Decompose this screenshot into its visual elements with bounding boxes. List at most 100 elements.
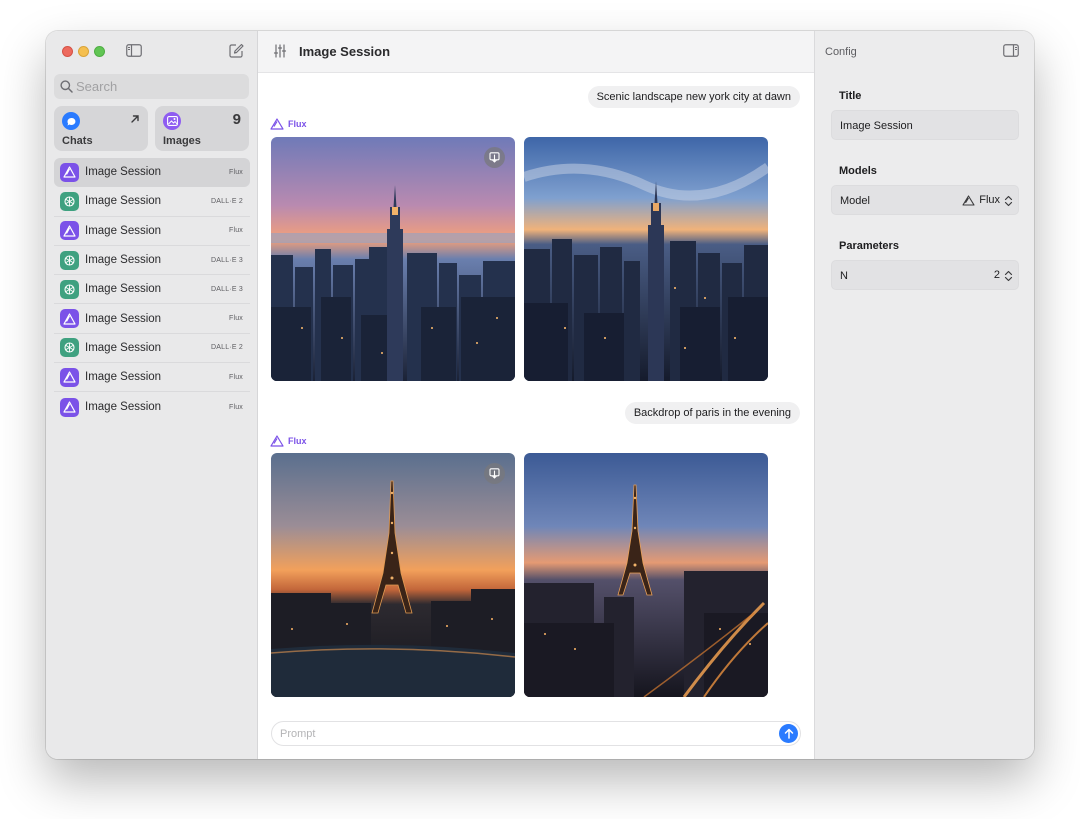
model-label: Model <box>840 195 870 207</box>
session-model: Flux <box>228 315 243 323</box>
search-field[interactable] <box>54 74 249 99</box>
models-section-label: Models <box>839 165 877 177</box>
session-model: Flux <box>228 403 243 411</box>
flux-icon <box>60 221 79 241</box>
user-prompt-bubble: Scenic landscape new york city at dawn <box>587 86 800 108</box>
n-value: 2 <box>993 269 1000 281</box>
session-item[interactable]: Image Session Flux <box>54 392 250 421</box>
session-item[interactable]: Image Session DALL·E 2 <box>54 334 250 364</box>
n-label: N <box>840 270 848 282</box>
session-title: Image Session <box>85 401 162 414</box>
generated-image[interactable] <box>524 453 768 697</box>
paris-evening-image <box>524 453 768 697</box>
main-header: Image Session <box>258 31 814 73</box>
nyc-dawn-image <box>271 137 515 381</box>
chats-card[interactable]: Chats <box>54 106 148 151</box>
chevron-updown-icon <box>1004 195 1013 207</box>
title-value: Image Session <box>840 120 913 132</box>
title-section-label: Title <box>839 90 862 102</box>
session-model: Flux <box>228 373 243 381</box>
images-card[interactable]: 9 Images <box>155 106 249 151</box>
n-stepper[interactable]: N 2 <box>831 260 1019 290</box>
model-value: Flux <box>962 194 1000 206</box>
title-field[interactable]: Image Session <box>831 110 1019 140</box>
model-tag-label: Flux <box>288 436 307 446</box>
session-list: Image Session Flux Image Session DALL·E … <box>54 158 250 422</box>
flux-icon <box>60 162 79 182</box>
session-item[interactable]: Image Session DALL·E 3 <box>54 275 250 305</box>
parameters-section-label: Parameters <box>839 240 899 252</box>
session-title: Image Session <box>85 224 162 237</box>
model-tag-label: Flux <box>288 119 307 129</box>
generated-image[interactable] <box>271 137 515 381</box>
flux-icon <box>962 194 975 206</box>
chevron-updown-icon[interactable] <box>1004 270 1013 282</box>
images-count: 9 <box>232 111 241 128</box>
flux-icon <box>60 309 79 329</box>
search-icon <box>60 80 73 93</box>
inspector-toggle-icon[interactable] <box>1003 44 1019 57</box>
download-icon <box>489 468 500 479</box>
config-header: Config <box>825 46 857 58</box>
send-button[interactable] <box>779 724 798 743</box>
session-title: Image Session <box>85 371 162 384</box>
flux-icon <box>60 397 79 417</box>
nyc-dawn-image <box>524 137 768 381</box>
app-window: Chats 9 Images Image Session Flux Image <box>46 31 1034 759</box>
download-button[interactable] <box>484 463 505 484</box>
openai-icon <box>60 191 79 211</box>
chats-card-label: Chats <box>62 135 93 147</box>
generated-image[interactable] <box>271 453 515 697</box>
flux-icon <box>60 367 79 387</box>
arrow-up-icon <box>784 728 793 739</box>
session-title: Image Session <box>85 283 162 296</box>
session-title: Image Session <box>85 195 162 208</box>
download-button[interactable] <box>484 147 505 168</box>
session-title: Image Session <box>85 254 162 267</box>
model-tag: Flux <box>270 435 307 447</box>
user-prompt-bubble: Backdrop of paris in the evening <box>624 402 800 424</box>
session-model: DALL·E 3 <box>211 256 243 264</box>
search-input[interactable] <box>76 76 244 97</box>
session-item[interactable]: Image Session Flux <box>54 304 250 334</box>
session-title: Image Session <box>85 166 162 179</box>
chat-area: Image Session Scenic landscape new york … <box>258 31 814 759</box>
images-card-label: Images <box>163 135 201 147</box>
flux-icon <box>270 435 284 447</box>
sliders-icon[interactable] <box>273 44 287 58</box>
prompt-input[interactable] <box>280 725 770 743</box>
model-select[interactable]: Model Flux <box>831 185 1019 215</box>
session-item[interactable]: Image Session DALL·E 2 <box>54 187 250 217</box>
sidebar-toggle-icon[interactable] <box>126 44 142 57</box>
session-model: Flux <box>228 168 243 176</box>
model-value-text: Flux <box>979 194 1000 206</box>
openai-icon <box>60 250 79 270</box>
generated-image[interactable] <box>524 137 768 381</box>
session-item[interactable]: Image Session DALL·E 3 <box>54 246 250 276</box>
openai-icon <box>60 338 79 358</box>
chat-bubble-icon <box>62 112 80 130</box>
close-window-button[interactable] <box>62 46 73 57</box>
compose-icon[interactable] <box>229 43 244 58</box>
download-icon <box>489 152 500 163</box>
sidebar: Chats 9 Images Image Session Flux Image <box>46 31 258 759</box>
session-title: Image Session <box>85 341 162 354</box>
flux-icon <box>270 118 284 130</box>
session-item[interactable]: Image Session Flux <box>54 217 250 246</box>
session-model: DALL·E 2 <box>211 344 243 352</box>
session-item[interactable]: Image Session Flux <box>54 158 250 188</box>
prompt-field[interactable] <box>271 721 801 746</box>
model-tag: Flux <box>270 118 307 130</box>
zoom-window-button[interactable] <box>94 46 105 57</box>
session-model: DALL·E 3 <box>211 285 243 293</box>
session-model: Flux <box>228 227 243 235</box>
minimize-window-button[interactable] <box>78 46 89 57</box>
session-item[interactable]: Image Session Flux <box>54 363 250 393</box>
page-title: Image Session <box>299 44 391 59</box>
session-model: DALL·E 2 <box>211 197 243 205</box>
photo-icon <box>163 112 181 130</box>
openai-icon <box>60 279 79 299</box>
paris-evening-image <box>271 453 515 697</box>
config-panel: Config Title Image Session Models Model … <box>814 31 1034 759</box>
arrow-up-right-icon <box>131 115 139 123</box>
